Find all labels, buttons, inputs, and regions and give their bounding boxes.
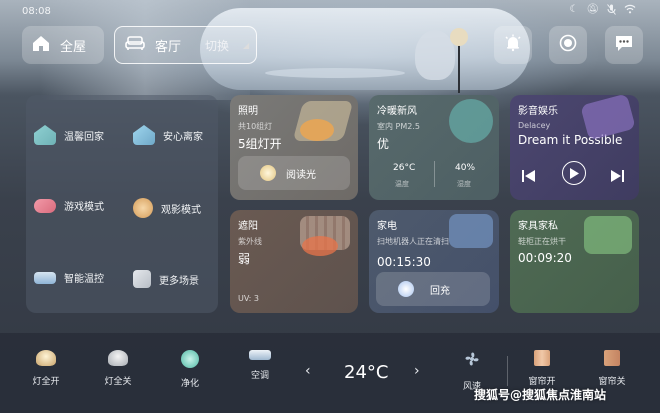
scene-label: 观影模式 bbox=[161, 204, 201, 216]
status-icons: ☾ 🔕︎ bbox=[569, 4, 636, 18]
film-icon bbox=[133, 198, 153, 218]
switch-room-label: 切换 bbox=[205, 38, 230, 53]
scene-welcome-home[interactable]: 温馨回家 bbox=[34, 125, 104, 145]
dock-label: 净化 bbox=[180, 379, 199, 389]
curtain-open-button[interactable]: 窗帘开 bbox=[512, 350, 572, 387]
wifi-icon bbox=[624, 4, 636, 18]
room-selector-button[interactable]: 客厅 切换 ◢ bbox=[114, 26, 257, 64]
recharge-label: 回充 bbox=[430, 285, 450, 297]
bell-icon bbox=[504, 34, 522, 56]
watermark-text: 搜狐号@搜狐焦点淮南站 bbox=[474, 388, 607, 402]
mic-mute-icon bbox=[607, 4, 616, 18]
ac-unit-icon bbox=[249, 350, 271, 360]
whole-home-button[interactable]: 全屋 bbox=[22, 26, 104, 64]
temperature-value: 24°C bbox=[344, 362, 389, 383]
humidity-value: 40% bbox=[455, 163, 476, 173]
gamepad-icon bbox=[34, 198, 56, 213]
voice-assistant-button[interactable] bbox=[549, 26, 587, 64]
shade-card[interactable]: 遮阳 紫外线 弱 UV: 3 bbox=[230, 210, 358, 313]
curtain-close-button[interactable]: 窗帘关 bbox=[582, 350, 642, 387]
moon-icon: ☾ bbox=[569, 4, 579, 15]
dock-label: 灯全关 bbox=[104, 377, 132, 387]
reading-light-label: 阅读光 bbox=[286, 169, 316, 181]
light-on-icon bbox=[36, 350, 56, 366]
more-scenes-icon bbox=[133, 270, 151, 288]
fresh-air-card[interactable]: 冷暖新风 室内 PM2.5 优 26°C 温度 40% 湿度 bbox=[369, 95, 499, 200]
furniture-deco bbox=[584, 216, 632, 254]
light-off-icon bbox=[108, 350, 128, 366]
previous-track-icon[interactable] bbox=[522, 167, 536, 186]
chat-icon bbox=[614, 34, 634, 56]
fan-deco bbox=[449, 99, 493, 143]
scene-leave-home[interactable]: 安心离家 bbox=[133, 125, 203, 145]
whole-home-label: 全屋 bbox=[60, 39, 87, 55]
sun-glow bbox=[302, 236, 338, 256]
scene-label: 游戏模式 bbox=[64, 202, 104, 213]
lamp-pole-graphic bbox=[458, 38, 460, 93]
humidity-label: 湿度 bbox=[457, 180, 471, 188]
chair-graphic bbox=[415, 30, 455, 80]
scene-more[interactable]: 更多场景 bbox=[133, 270, 199, 288]
scene-movie-mode[interactable]: 观影模式 bbox=[133, 198, 201, 218]
next-track-icon[interactable] bbox=[610, 167, 624, 186]
appliance-deco bbox=[449, 214, 493, 248]
purify-button[interactable]: 净化 bbox=[160, 350, 220, 389]
furniture-card[interactable]: 家具家私 鞋柜正在烘干 00:09:20 bbox=[510, 210, 639, 313]
notification-button[interactable] bbox=[494, 26, 532, 64]
reading-light-button[interactable]: 阅读光 bbox=[238, 156, 350, 190]
scene-label: 智能温控 bbox=[64, 274, 104, 285]
room-label: 客厅 bbox=[155, 39, 182, 55]
temp-label: 温度 bbox=[395, 180, 409, 188]
lamp-head-graphic bbox=[450, 28, 468, 46]
all-lights-on-button[interactable]: 灯全开 bbox=[16, 350, 76, 387]
message-button[interactable] bbox=[605, 26, 643, 64]
status-bar: 08:08 ☾ 🔕︎ bbox=[0, 0, 660, 22]
dock-label: 空调 bbox=[250, 371, 269, 381]
scene-smart-climate[interactable]: 智能温控 bbox=[34, 270, 104, 285]
air-conditioner-button[interactable]: 空调 bbox=[230, 350, 290, 381]
caret-icon: ◢ bbox=[243, 40, 250, 50]
house-leave-icon bbox=[133, 125, 155, 145]
sofa-icon bbox=[125, 35, 145, 55]
temp-increase-button[interactable]: › bbox=[414, 363, 420, 379]
media-card[interactable]: 影音娱乐 Delacey Dream it Possible bbox=[510, 95, 639, 200]
dock-divider bbox=[507, 356, 508, 386]
ac-icon bbox=[34, 271, 56, 284]
scene-game-mode[interactable]: 游戏模式 bbox=[34, 198, 104, 213]
lamp-icon bbox=[260, 165, 276, 181]
scene-label: 温馨回家 bbox=[64, 131, 104, 143]
play-button[interactable] bbox=[562, 161, 586, 185]
bell-mute-icon: 🔕︎ bbox=[586, 4, 599, 15]
scene-label: 更多场景 bbox=[159, 275, 199, 287]
curtain-open-icon bbox=[534, 350, 550, 366]
purifier-icon bbox=[181, 350, 199, 368]
uv-index: UV: 3 bbox=[238, 294, 260, 303]
status-time: 08:08 bbox=[22, 6, 51, 17]
lamp-glow bbox=[300, 119, 334, 141]
home-icon bbox=[32, 35, 50, 56]
cleaning-timer: 00:15:30 bbox=[377, 255, 431, 269]
fan-icon bbox=[463, 350, 481, 371]
play-icon bbox=[569, 164, 579, 183]
robot-vacuum-icon bbox=[398, 281, 414, 297]
temp-value: 26°C bbox=[393, 163, 416, 173]
divider bbox=[434, 161, 435, 187]
dock-label: 灯全开 bbox=[32, 377, 60, 387]
house-icon bbox=[34, 125, 56, 145]
table-graphic bbox=[265, 68, 405, 78]
temp-decrease-button[interactable]: ‹ bbox=[305, 363, 311, 379]
all-lights-off-button[interactable]: 灯全关 bbox=[88, 350, 148, 387]
scene-label: 安心离家 bbox=[163, 131, 203, 143]
assistant-icon bbox=[559, 34, 577, 56]
song-title: Dream it Possible bbox=[518, 133, 623, 147]
recharge-button[interactable]: 回充 bbox=[376, 272, 490, 306]
curtain-close-icon bbox=[604, 350, 620, 366]
